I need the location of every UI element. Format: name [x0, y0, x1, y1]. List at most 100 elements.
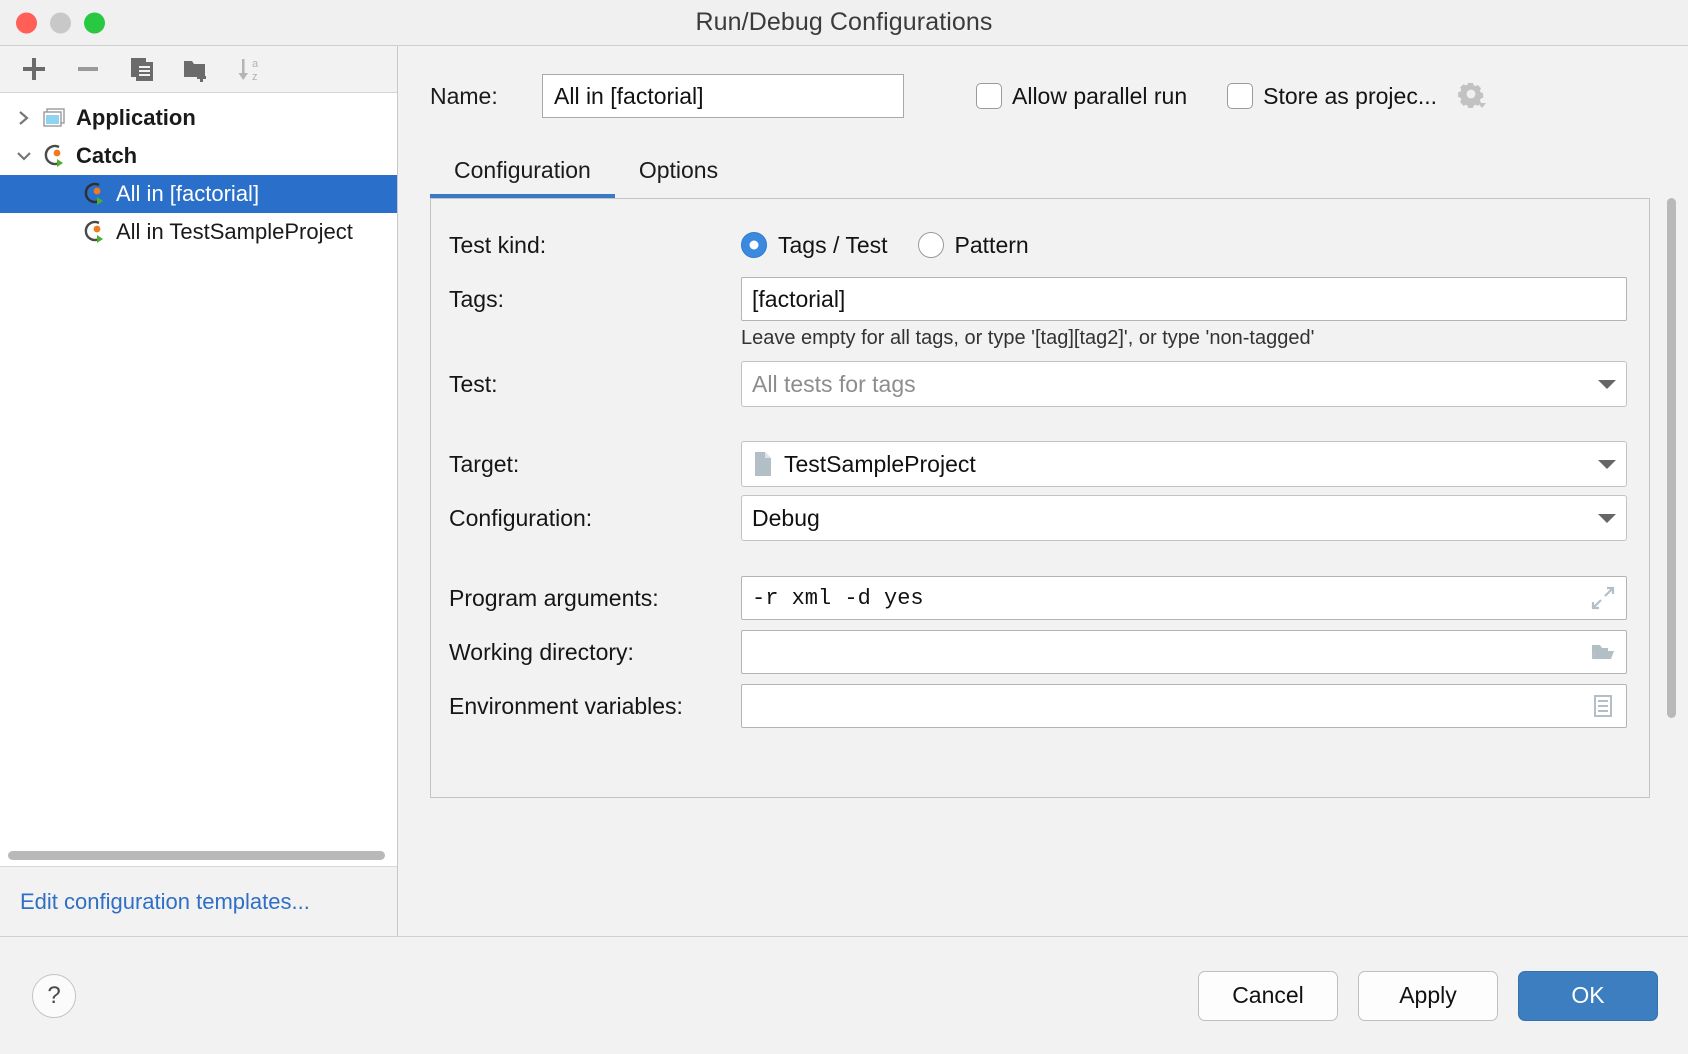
title-bar: Run/Debug Configurations [0, 0, 1688, 46]
test-control: All tests for tags [741, 361, 1627, 407]
store-as-project-option[interactable]: Store as projec... [1227, 83, 1437, 110]
sort-configurations-button[interactable]: a z [226, 49, 274, 89]
allow-parallel-run-option[interactable]: Allow parallel run [976, 83, 1187, 110]
working-directory-label: Working directory: [449, 638, 634, 665]
remove-configuration-button[interactable] [64, 49, 112, 89]
run-debug-configurations-dialog: Run/Debug Configurations a z Application… [0, 0, 1688, 1054]
test-label: Test: [449, 370, 498, 397]
chevron-right-icon[interactable] [10, 109, 38, 127]
configuration-control: Debug [741, 495, 1627, 541]
close-button[interactable] [16, 12, 37, 33]
name-label: Name: [430, 82, 498, 109]
list-icon [1594, 695, 1612, 717]
editor-vertical-scrollbar[interactable] [1667, 198, 1676, 718]
help-button[interactable]: ? [32, 973, 76, 1018]
sidebar-item-all-in-factorial-label: All in [factorial] [116, 181, 260, 206]
program-arguments-expand-button[interactable] [1580, 577, 1626, 619]
target-row: Target: TestSampleProject [431, 440, 1649, 488]
configuration-editor: Name: Allow parallel run Store as projec… [398, 46, 1688, 936]
sidebar-item-all-in-factorial[interactable]: All in [factorial] [0, 175, 397, 213]
tags-label: Tags: [449, 285, 504, 312]
plus-icon [23, 58, 45, 80]
minus-icon [78, 67, 98, 71]
new-folder-icon [184, 61, 206, 82]
program-arguments-input[interactable] [742, 577, 1580, 619]
editor-tabs: Configuration Options [398, 142, 1688, 198]
target-combobox[interactable]: TestSampleProject [741, 441, 1627, 487]
environment-variables-row: Environment variables: [431, 682, 1649, 730]
test-combobox[interactable]: All tests for tags [741, 361, 1627, 407]
tree-group-application[interactable]: Application [0, 99, 397, 137]
apply-button[interactable]: Apply [1358, 970, 1498, 1021]
catch-icon [38, 142, 72, 170]
sidebar-horizontal-scrollbar[interactable] [8, 851, 385, 860]
minimize-button[interactable] [50, 12, 71, 33]
configuration-panel: Test kind: Tags / Test Pattern Tags: [fa… [430, 198, 1650, 798]
radio-tags-test[interactable]: Tags / Test [741, 232, 888, 259]
working-directory-input[interactable] [742, 631, 1580, 673]
edit-configuration-templates-link[interactable]: Edit configuration templates... [20, 889, 310, 915]
name-row: Name: Allow parallel run Store as projec… [398, 46, 1688, 128]
sidebar-toolbar: a z [0, 46, 397, 93]
name-input[interactable] [542, 74, 904, 118]
chevron-down-icon[interactable] [1598, 513, 1616, 523]
allow-parallel-run-checkbox[interactable] [976, 83, 1002, 109]
tab-configuration[interactable]: Configuration [430, 157, 615, 198]
store-as-project-checkbox[interactable] [1227, 83, 1254, 109]
radio-tags-test-button[interactable] [741, 232, 767, 258]
new-folder-button[interactable] [172, 49, 220, 89]
environment-variables-control [741, 684, 1627, 728]
copy-configuration-button[interactable] [118, 49, 166, 89]
radio-pattern-label: Pattern [954, 231, 1029, 258]
chevron-down-icon[interactable] [10, 147, 38, 165]
catch-icon [78, 218, 112, 246]
program-arguments-row: Program arguments: [431, 574, 1649, 622]
dialog-body: a z Application Catch All in [factorial]… [0, 46, 1688, 936]
test-row: Test: All tests for tags [431, 360, 1649, 408]
folder-icon [1592, 645, 1614, 659]
test-kind-controls: Tags / Test Pattern [741, 232, 1627, 259]
ok-button[interactable]: OK [1518, 970, 1658, 1021]
target-combobox-value: TestSampleProject [784, 450, 976, 477]
sidebar-item-all-in-testsampleproject-label: All in TestSampleProject [116, 219, 353, 244]
target-file-icon [752, 451, 774, 477]
allow-parallel-run-label: Allow parallel run [1012, 82, 1188, 109]
configurations-sidebar: a z Application Catch All in [factorial]… [0, 46, 398, 936]
dialog-footer: ? Cancel Apply OK [0, 936, 1688, 1054]
tab-options[interactable]: Options [615, 157, 742, 198]
tags-input[interactable] [741, 277, 1627, 321]
configuration-row: Configuration: Debug [431, 494, 1649, 542]
radio-tags-test-label: Tags / Test [778, 231, 888, 258]
expand-icon [1591, 586, 1615, 610]
tree-group-catch-label: Catch [76, 143, 138, 168]
tree-group-catch[interactable]: Catch [0, 137, 397, 175]
copy-icon [131, 58, 153, 81]
window-controls [16, 12, 105, 33]
settings-gear-button[interactable] [1455, 79, 1489, 113]
environment-variables-label: Environment variables: [449, 692, 683, 719]
environment-variables-edit-button[interactable] [1580, 685, 1626, 727]
target-label: Target: [449, 450, 520, 477]
window-title: Run/Debug Configurations [695, 8, 993, 36]
radio-pattern-button[interactable] [917, 232, 944, 258]
chevron-down-icon[interactable] [1598, 459, 1616, 469]
svg-text:a: a [252, 58, 259, 70]
target-control: TestSampleProject [741, 441, 1627, 487]
add-configuration-button[interactable] [10, 49, 58, 89]
sidebar-item-all-in-testsampleproject[interactable]: All in TestSampleProject [0, 213, 397, 251]
chevron-down-icon[interactable] [1598, 379, 1616, 389]
gear-dropdown-icon [1458, 82, 1486, 109]
radio-pattern[interactable]: Pattern [917, 231, 1029, 259]
working-directory-control [741, 630, 1627, 674]
program-arguments-label: Program arguments: [449, 584, 659, 611]
configuration-combobox[interactable]: Debug [741, 495, 1627, 541]
zoom-button[interactable] [84, 12, 105, 33]
working-directory-browse-button[interactable] [1580, 631, 1626, 673]
test-combobox-value: All tests for tags [752, 370, 916, 397]
store-as-project-label: Store as projec... [1263, 82, 1437, 109]
sort-alphabetical-icon: a z [238, 58, 259, 83]
configuration-label: Configuration: [449, 504, 593, 531]
tags-row: Tags: [431, 275, 1649, 323]
cancel-button[interactable]: Cancel [1198, 970, 1338, 1021]
environment-variables-input[interactable] [742, 685, 1580, 727]
